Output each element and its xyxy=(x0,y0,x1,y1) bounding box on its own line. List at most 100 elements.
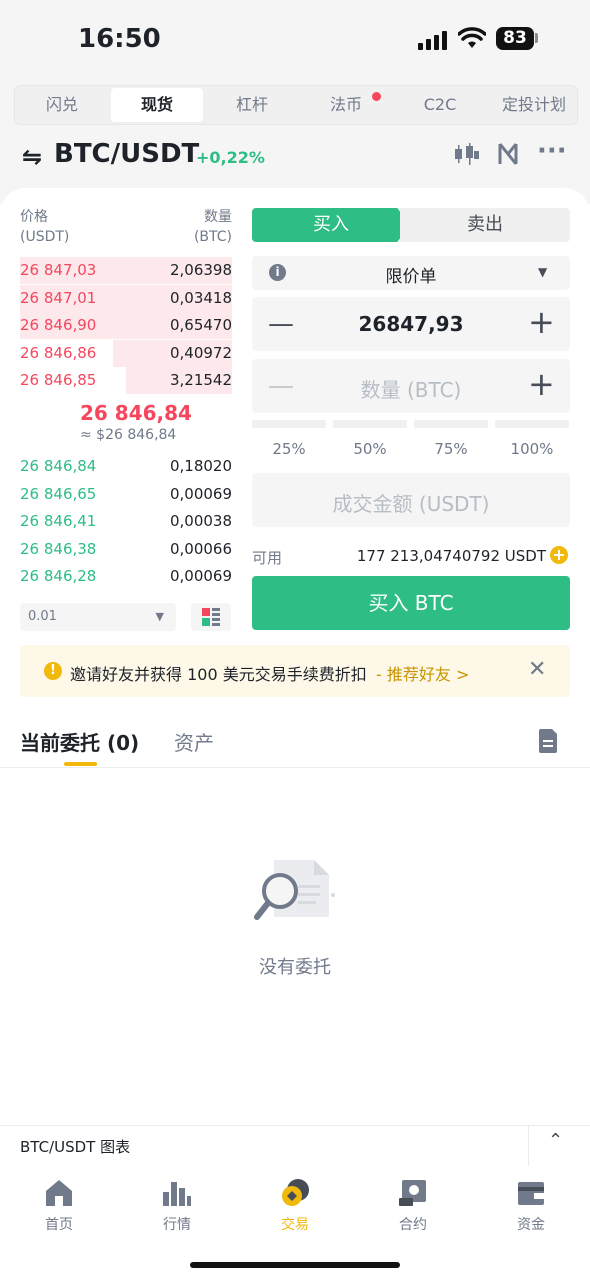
candlestick-chart-icon[interactable] xyxy=(454,142,480,166)
home-indicator xyxy=(190,1262,400,1268)
add-funds-icon[interactable]: + xyxy=(550,546,568,564)
order-book-price-header: 价格 (USDT) xyxy=(20,207,69,247)
cellular-signal-icon xyxy=(418,30,450,50)
percent-50[interactable]: 50% xyxy=(333,440,407,458)
status-time: 16:50 xyxy=(78,24,161,54)
battery-tip xyxy=(535,33,538,43)
plus-icon[interactable]: + xyxy=(528,303,555,341)
home-icon xyxy=(46,1180,72,1206)
buy-tab[interactable]: 买入 xyxy=(252,208,410,242)
order-history-icon[interactable] xyxy=(539,729,559,753)
trade-type-tabs: 闪兑 现货 杠杆 法币 C2C 定投计划 xyxy=(14,85,578,125)
sell-tab[interactable]: 卖出 xyxy=(400,208,570,242)
buy-button[interactable]: 买入 BTC xyxy=(252,576,570,630)
bid-qty: 0,00069 xyxy=(169,567,232,585)
tab-spot[interactable]: 现货 xyxy=(111,88,203,122)
nav-markets[interactable]: 行情 xyxy=(118,1166,236,1246)
close-icon[interactable]: ✕ xyxy=(528,657,546,682)
tab-margin[interactable]: 杠杆 xyxy=(205,86,299,124)
trade-icon xyxy=(282,1179,309,1206)
chart-bar-label: BTC/USDT 图表 xyxy=(20,1138,131,1156)
percent-slider-segment[interactable] xyxy=(495,420,569,428)
price-value: 26847,93 xyxy=(358,312,464,336)
tab-c2c[interactable]: C2C xyxy=(393,86,487,124)
tab-auto-invest[interactable]: 定投计划 xyxy=(487,86,581,124)
ask-price: 26 846,90 xyxy=(20,316,97,334)
ask-row[interactable]: 26 846,86 0,40972 xyxy=(20,339,232,367)
tab-fiat[interactable]: 法币 xyxy=(299,86,393,124)
quantity-input[interactable]: — 数量 (BTC) + xyxy=(252,359,570,413)
bid-qty: 0,18020 xyxy=(169,457,232,475)
bid-qty: 0,00038 xyxy=(169,512,232,530)
nav-funds[interactable]: 资金 xyxy=(472,1166,590,1246)
tab-assets[interactable]: 资产 xyxy=(174,727,214,756)
nav-trade[interactable]: 交易 xyxy=(236,1166,354,1246)
bid-price: 26 846,84 xyxy=(20,457,97,475)
bid-price: 26 846,65 xyxy=(20,484,97,503)
wifi-icon xyxy=(458,27,486,48)
bid-qty: 0,00066 xyxy=(169,539,232,558)
nav-home-label: 首页 xyxy=(45,1217,73,1233)
nav-futures-label: 合约 xyxy=(399,1217,427,1233)
divider xyxy=(0,767,590,768)
referral-link[interactable]: - 推荐好友 > xyxy=(376,661,469,685)
total-input[interactable]: 成交金额 (USDT) xyxy=(252,473,570,527)
qty-header-unit: (BTC) xyxy=(193,229,232,245)
chevron-up-icon[interactable]: ⌃ xyxy=(548,1130,563,1151)
percent-slider-segment[interactable] xyxy=(414,420,488,428)
order-book-qty-header: 数量 (BTC) xyxy=(192,207,232,247)
ask-qty: 3,21542 xyxy=(169,371,232,389)
ask-qty: 0,03418 xyxy=(169,288,232,307)
available-value: 177 213,04740792 USDT xyxy=(356,547,546,565)
tab-convert[interactable]: 闪兑 xyxy=(15,86,109,124)
precision-select[interactable]: 0.01 ▼ xyxy=(20,603,176,631)
bid-row[interactable]: 26 846,84 0,18020 xyxy=(20,453,232,480)
ask-qty: 2,06398 xyxy=(169,261,232,279)
percent-slider-segment[interactable] xyxy=(333,420,407,428)
precision-value: 0.01 xyxy=(28,609,57,624)
bid-row[interactable]: 26 846,28 0,00069 xyxy=(20,563,232,590)
percent-75[interactable]: 75% xyxy=(414,440,488,458)
available-label: 可用 xyxy=(252,549,283,567)
bid-row[interactable]: 26 846,38 0,00066 xyxy=(20,536,232,563)
switch-pair-icon[interactable]: ⇋ xyxy=(22,143,42,171)
nav-futures[interactable]: 合约 xyxy=(354,1166,472,1246)
pair-symbol[interactable]: BTC/USDT xyxy=(54,139,199,169)
tab-open-orders[interactable]: 当前委托 (0) xyxy=(20,727,139,756)
ask-row[interactable]: 26 846,85 3,21542 xyxy=(20,367,232,394)
last-price[interactable]: 26 846,84 xyxy=(80,401,192,425)
wallet-icon xyxy=(518,1182,544,1205)
ask-price: 26 846,85 xyxy=(20,371,97,389)
ask-row[interactable]: 26 846,90 0,65470 xyxy=(20,312,232,339)
chevron-down-icon: ▼ xyxy=(155,610,164,623)
ask-price: 26 847,01 xyxy=(20,288,97,307)
percent-25[interactable]: 25% xyxy=(252,440,326,458)
alert-icon: ! xyxy=(44,662,62,680)
ask-row[interactable]: 26 847,01 0,03418 xyxy=(20,284,232,312)
bid-price: 26 846,28 xyxy=(20,567,97,585)
order-book-layout-icon xyxy=(202,608,220,626)
futures-icon xyxy=(399,1180,426,1206)
nav-trade-label: 交易 xyxy=(281,1217,309,1233)
plus-icon[interactable]: + xyxy=(528,365,555,403)
indicator-icon[interactable] xyxy=(497,142,519,166)
chart-toggle-bar[interactable]: BTC/USDT 图表 ⌃ xyxy=(0,1126,590,1166)
bid-row[interactable]: 26 846,65 0,00069 xyxy=(20,481,232,508)
nav-markets-label: 行情 xyxy=(163,1217,191,1233)
more-options-icon[interactable]: ··· xyxy=(537,136,567,166)
battery-icon: 83 xyxy=(496,27,534,50)
referral-banner: ! 邀请好友并获得 100 美元交易手续费折扣 - 推荐好友 > ✕ xyxy=(20,645,570,697)
fiat-notification-dot xyxy=(372,92,381,101)
percent-100[interactable]: 100% xyxy=(495,440,569,458)
nav-funds-label: 资金 xyxy=(517,1217,545,1233)
ask-row[interactable]: 26 847,03 2,06398 xyxy=(20,257,232,284)
percent-slider-segment[interactable] xyxy=(252,420,326,428)
bid-row[interactable]: 26 846,41 0,00038 xyxy=(20,508,232,535)
price-input[interactable]: — 26847,93 + xyxy=(252,297,570,351)
nav-home[interactable]: 首页 xyxy=(0,1166,118,1246)
ask-price: 26 846,86 xyxy=(20,343,97,362)
qty-header-label: 数量 xyxy=(204,209,232,225)
order-type-select[interactable]: i 限价单 ▼ xyxy=(252,256,570,290)
order-book-layout-button[interactable] xyxy=(191,603,231,631)
divider xyxy=(528,1126,529,1166)
